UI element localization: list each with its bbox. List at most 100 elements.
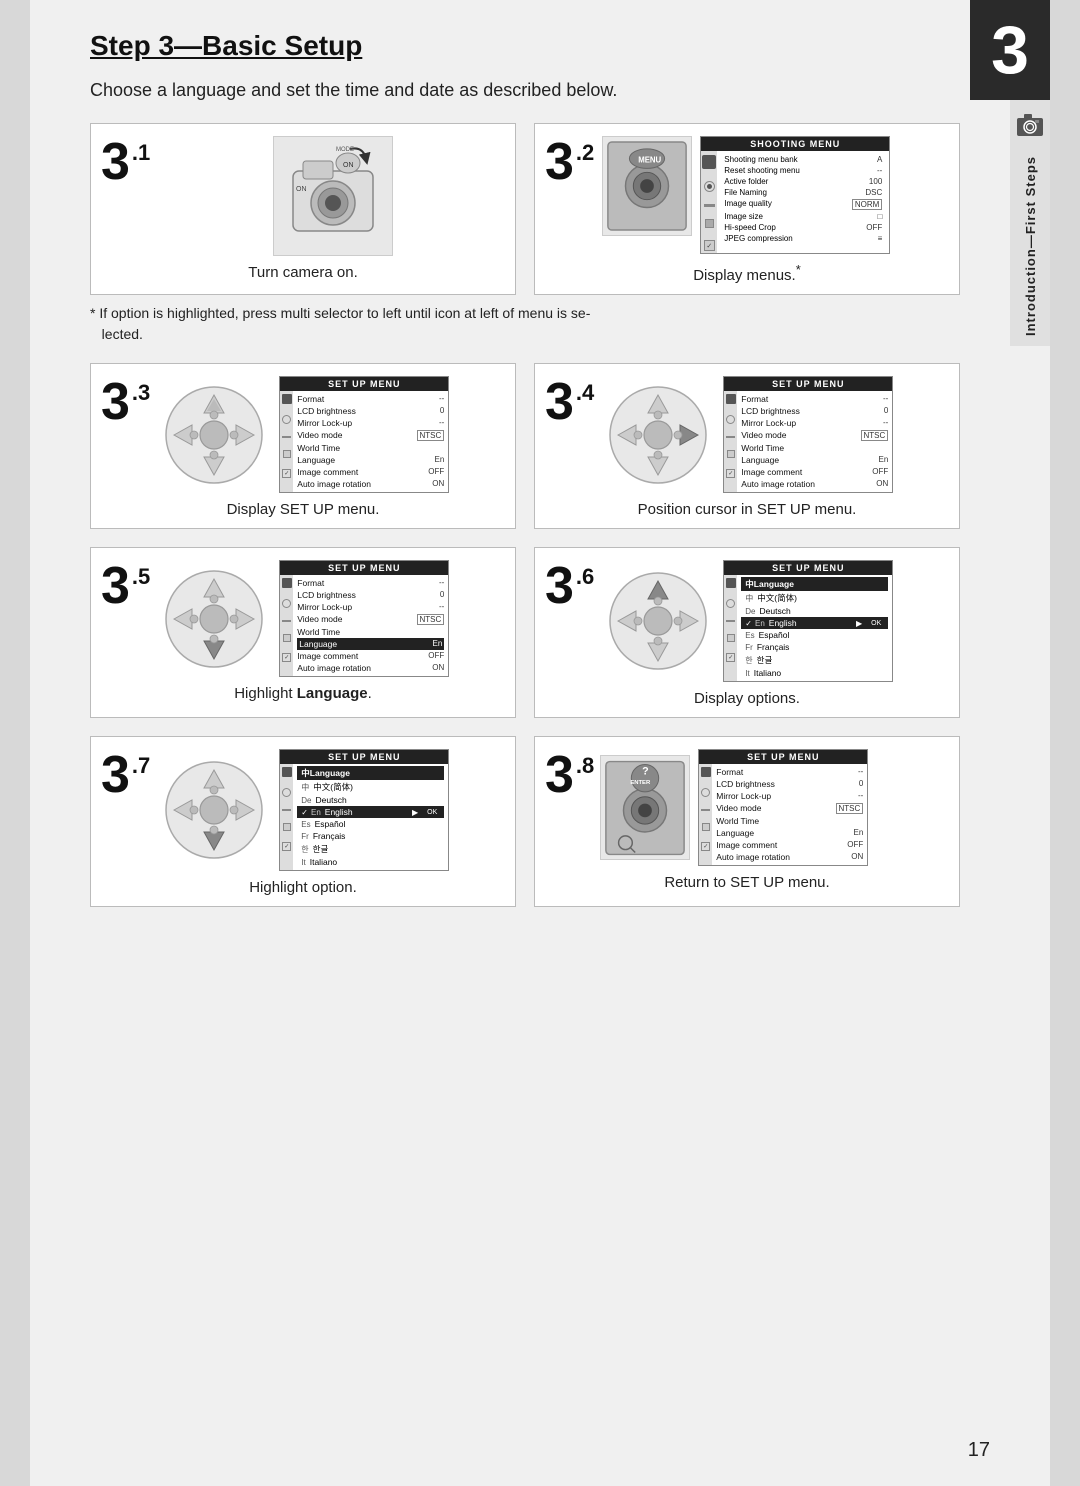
steps-row-1: 3 .1 — [90, 123, 960, 295]
main-content: Step 3—Basic Setup Choose a language and… — [30, 0, 1010, 955]
side-tab-label: Introduction—First Steps — [1023, 156, 1038, 336]
step-3-6-sup: .6 — [576, 566, 594, 588]
row-format-3-3: Format-- — [297, 393, 444, 405]
menu-row-bank: Shooting menu bankA — [721, 153, 885, 165]
lang-menu-3-7-rows: 中Language 中中文(简体) DeDeutsch ✓EnEnglish▶O… — [293, 764, 448, 870]
step-3-2: 3 .2 — [534, 123, 960, 295]
camera-body-svg: MENU — [603, 136, 691, 236]
setup-menu-3-5-rows: Format-- LCD brightness0 Mirror Lock-up-… — [293, 575, 448, 676]
row-lang-3-3: LanguageEn — [297, 454, 444, 466]
row-mirror-3-3: Mirror Lock-up-- — [297, 417, 444, 429]
steps-row-2: 3 .3 — [90, 363, 960, 529]
camera-dial-svg: ON MODE ON — [278, 141, 388, 251]
step-3-7: 3 .7 — [90, 736, 516, 907]
side-tab: Introduction—First Steps — [1010, 100, 1050, 346]
step-3-8: 3 .8 — [534, 736, 960, 907]
setup-menu-3-5: SET UP MENU ✓ — [279, 560, 449, 677]
footnote-text: * If option is highlighted, press multi … — [90, 303, 960, 345]
steps-row-3: 3 .5 — [90, 547, 960, 718]
step-3-7-num: 3 — [101, 749, 130, 801]
svg-text:ON: ON — [296, 186, 307, 193]
step-3-4-caption: Position cursor in SET UP menu. — [638, 501, 857, 518]
menu-icon-sidebar: ✓ — [701, 151, 717, 253]
dpad-svg-3-6 — [608, 571, 708, 671]
setup-menu-3-4: SET UP MENU ✓ — [723, 376, 893, 493]
menu-icons-3-4: ✓ — [724, 391, 737, 492]
row-video-3-3: Video modeNTSC — [297, 429, 444, 442]
svg-text:MODE: MODE — [336, 147, 354, 153]
step-3-6: 3 .6 — [534, 547, 960, 718]
menu-icons-3-8: ✓ — [699, 764, 712, 865]
step-3-8-num: 3 — [545, 749, 574, 801]
shooting-menu-rows: Shooting menu bankA Reset shooting menu-… — [717, 151, 889, 253]
setup-menu-3-8: SET UP MENU ✓ — [698, 749, 868, 866]
step-3-7-sup: .7 — [132, 755, 150, 777]
setup-menu-3-3-title: SET UP MENU — [280, 377, 448, 391]
steps-row-4: 3 .7 — [90, 736, 960, 907]
row-world-3-3: World Time — [297, 442, 444, 454]
camera-icon — [1015, 110, 1045, 140]
step-3-7-caption: Highlight option. — [249, 879, 357, 896]
lang-menu-3-6-rows: 中Language 中中文(简体) DeDeutsch ✓EnEnglish▶O… — [737, 575, 892, 681]
row-rotation-3-3: Auto image rotationON — [297, 478, 444, 490]
dpad-svg-3-5 — [164, 569, 264, 669]
lang-menu-3-6: SET UP MENU ✓ — [723, 560, 893, 682]
svg-text:?: ? — [642, 765, 649, 777]
dpad-3-5 — [156, 561, 271, 676]
setup-menu-3-3-rows: Format-- LCD brightness0 Mirror Lock-up-… — [293, 391, 448, 492]
menu-row-naming: File NamingDSC — [721, 187, 885, 198]
setup-menu-3-3: SET UP MENU ✓ — [279, 376, 449, 493]
step-3-5-num: 3 — [101, 560, 130, 612]
step-3-6-caption: Display options. — [694, 690, 800, 707]
shooting-menu-title: SHOOTING MENU — [701, 137, 889, 151]
page-number: 17 — [968, 1439, 990, 1462]
menu-icons-3-6: ✓ — [724, 575, 737, 681]
step-3-3-caption: Display SET UP menu. — [227, 501, 380, 518]
dpad-3-4 — [600, 377, 715, 492]
camera-on-illustration: ON MODE ON — [273, 136, 393, 256]
intro-text: Choose a language and set the time and d… — [90, 80, 960, 101]
menu-icons-3-3: ✓ — [280, 391, 293, 492]
step-3-5-caption: Highlight Language. — [234, 685, 372, 702]
menu-row-folder: Active folder100 — [721, 176, 885, 187]
step-3-2-num: 3 — [545, 136, 574, 188]
camera-enter-illustration: ? ENTER — [600, 755, 690, 860]
step-3-3-sup: .3 — [132, 382, 150, 404]
svg-text:MENU: MENU — [638, 156, 661, 165]
step-3-5: 3 .5 — [90, 547, 516, 718]
step-3-3: 3 .3 — [90, 363, 516, 529]
menu-row-quality: Image qualityNORM — [721, 198, 885, 211]
setup-menu-3-8-rows: Format-- LCD brightness0 Mirror Lock-up-… — [712, 764, 867, 865]
step-3-6-num: 3 — [545, 560, 574, 612]
step-3-4: 3 .4 — [534, 363, 960, 529]
dpad-3-6 — [600, 564, 715, 679]
dpad-3-7 — [156, 753, 271, 868]
camera-enter-svg: ? ENTER — [601, 755, 689, 860]
step-3-1-num: 3 — [101, 136, 130, 188]
menu-row-reset: Reset shooting menu-- — [721, 165, 885, 176]
dpad-svg-3-4 — [608, 385, 708, 485]
page-title: Step 3—Basic Setup — [90, 30, 960, 62]
step-3-1-caption: Turn camera on. — [248, 264, 358, 281]
step-3-1-sup: .1 — [132, 142, 150, 164]
menu-icons-3-5: ✓ — [280, 575, 293, 676]
page-title-text: Step 3—Basic Setup — [90, 30, 362, 61]
lang-menu-3-7: SET UP MENU ✓ — [279, 749, 449, 871]
step-3-8-caption: Return to SET UP menu. — [664, 874, 829, 891]
row-comment-3-3: Image commentOFF — [297, 466, 444, 478]
step-3-4-sup: .4 — [576, 382, 594, 404]
step-3-4-num: 3 — [545, 376, 574, 428]
dpad-3-3 — [156, 377, 271, 492]
step-3-2-caption: Display menus.* — [693, 262, 801, 284]
shooting-menu-screen: SHOOTING MENU — [700, 136, 890, 254]
dpad-svg-3-3 — [164, 385, 264, 485]
setup-menu-3-4-rows: Format-- LCD brightness0 Mirror Lock-up-… — [737, 391, 892, 492]
svg-text:ON: ON — [343, 162, 354, 169]
camera-menu-illustration: MENU — [602, 136, 692, 236]
row-lcd-3-3: LCD brightness0 — [297, 405, 444, 417]
corner-tab: 3 — [970, 0, 1050, 100]
menu-icons-3-7: ✓ — [280, 764, 293, 870]
step-3-2-sup: .2 — [576, 142, 594, 164]
menu-row-jpeg: JPEG compression≡ — [721, 233, 885, 244]
svg-text:ENTER: ENTER — [631, 780, 652, 786]
